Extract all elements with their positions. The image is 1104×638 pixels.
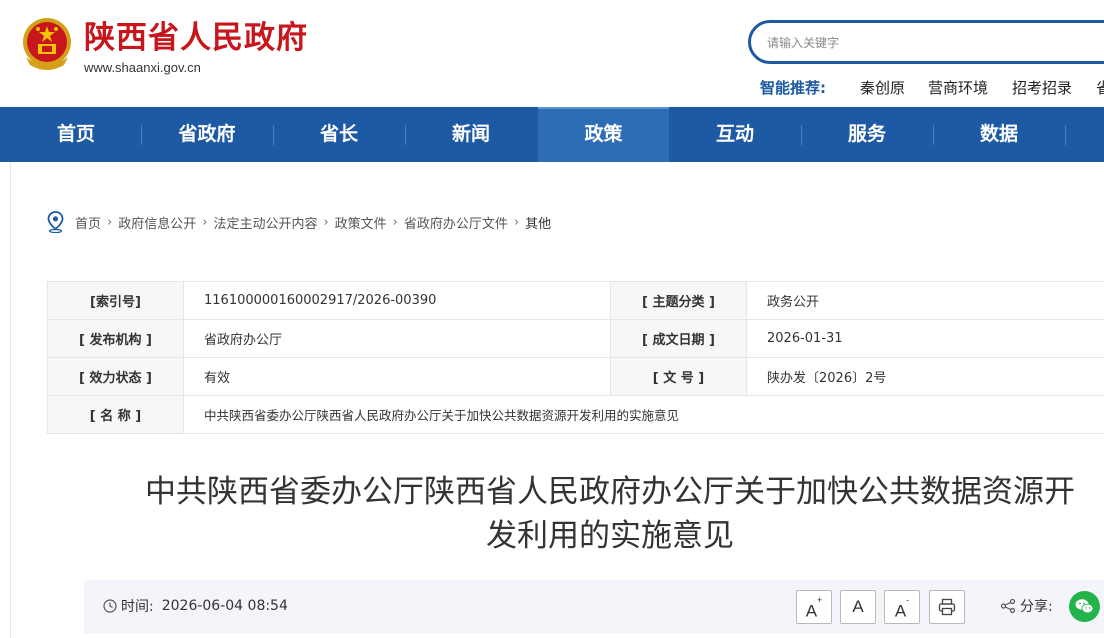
share-icon xyxy=(1000,598,1016,614)
wechat-share-button[interactable] xyxy=(1069,591,1100,622)
recommend-link-more[interactable]: 省 xyxy=(1096,77,1104,98)
nav-item-home[interactable]: 首页 xyxy=(11,107,141,162)
table-row: [ 发布机构 ] 省政府办公厅 [ 成文日期 ] 2026-01-31 xyxy=(47,319,1104,358)
site-title[interactable]: 陕西省人民政府 xyxy=(84,18,308,58)
content-left-border xyxy=(10,162,11,638)
font-reset-label: A xyxy=(852,597,864,616)
breadcrumb-separator: › xyxy=(513,214,520,230)
breadcrumb-statutory-content[interactable]: 法定主动公开内容 xyxy=(213,213,317,232)
font-increase-button[interactable]: A+ xyxy=(796,590,832,624)
breadcrumb-office-docs[interactable]: 省政府办公厅文件 xyxy=(404,213,508,232)
date-value: 2026-01-31 xyxy=(746,319,1104,358)
name-value: 中共陕西省委办公厅陕西省人民政府办公厅关于加快公共数据资源开发利用的实施意见 xyxy=(183,395,1104,434)
table-row: [ 名 称 ] 中共陕西省委办公厅陕西省人民政府办公厅关于加快公共数据资源开发利… xyxy=(47,395,1104,434)
breadcrumb-current: 其他 xyxy=(525,216,552,232)
search-input[interactable] xyxy=(767,33,1097,53)
time-label: 时间: xyxy=(121,599,154,615)
nav-item-news[interactable]: 新闻 xyxy=(406,107,536,162)
date-label: [ 成文日期 ] xyxy=(610,319,747,358)
font-reset-button[interactable]: A xyxy=(840,590,876,624)
docno-label: [ 文 号 ] xyxy=(610,357,747,396)
breadcrumb-gov-info[interactable]: 政府信息公开 xyxy=(118,213,196,232)
breadcrumb-policy-docs[interactable]: 政策文件 xyxy=(335,213,387,232)
plus-icon: + xyxy=(817,595,823,605)
index-value: 116100000160002917/2026-00390 xyxy=(183,281,611,320)
site-header: 陕西省人民政府 www.shaanxi.gov.cn 智能推荐: 秦创原 营商环… xyxy=(0,0,1104,107)
search-box xyxy=(748,20,1104,64)
clock-icon xyxy=(103,599,117,613)
breadcrumb-separator: › xyxy=(107,214,113,230)
publisher-label: [ 发布机构 ] xyxy=(47,319,184,358)
breadcrumb-separator: › xyxy=(392,214,398,230)
topic-value: 政务公开 xyxy=(746,281,1104,320)
docno-value: 陕办发〔2026〕2号 xyxy=(746,357,1104,396)
nav-item-governor[interactable]: 省长 xyxy=(274,107,404,162)
font-decrease-label: A xyxy=(894,601,907,621)
nav-item-data[interactable]: 数据 xyxy=(934,107,1064,162)
font-increase-label: A xyxy=(805,601,818,621)
publisher-value: 省政府办公厅 xyxy=(183,319,611,358)
name-label: [ 名 称 ] xyxy=(47,395,184,434)
location-pin-icon xyxy=(47,211,64,233)
share-label: 分享: xyxy=(1020,599,1053,615)
breadcrumb-home[interactable]: 首页 xyxy=(75,213,101,232)
breadcrumb-separator: › xyxy=(202,214,208,230)
share-area: 分享: xyxy=(1000,596,1053,616)
article-title-line-2: 发利用的实施意见 xyxy=(486,518,734,554)
minus-icon: - xyxy=(906,595,910,605)
article-title: 中共陕西省委办公厅陕西省人民政府办公厅关于加快公共数据资源开 发利用的实施意见 xyxy=(100,470,1104,558)
recommend-link-qinchuangyuan[interactable]: 秦创原 xyxy=(860,77,905,98)
nav-item-policy[interactable]: 政策 xyxy=(538,107,669,162)
recommend-label: 智能推荐: xyxy=(760,79,826,97)
nav-item-provincial-gov[interactable]: 省政府 xyxy=(142,107,272,162)
nav-item-service[interactable]: 服务 xyxy=(802,107,932,162)
table-row: [索引号] 116100000160002917/2026-00390 [ 主题… xyxy=(47,281,1104,320)
article-info-bar: 时间: 2026-06-04 08:54 A+ A A- 分享: xyxy=(84,580,1104,634)
nav-divider xyxy=(1065,125,1066,145)
printer-icon xyxy=(938,598,956,616)
publish-time: 时间: 2026-06-04 08:54 xyxy=(103,596,288,616)
index-label: [索引号] xyxy=(47,281,184,320)
table-row: [ 效力状态 ] 有效 [ 文 号 ] 陕办发〔2026〕2号 xyxy=(47,357,1104,396)
print-button[interactable] xyxy=(929,590,965,624)
time-value: 2026-06-04 08:54 xyxy=(161,598,288,614)
recommend-link-recruitment[interactable]: 招考招录 xyxy=(1012,77,1072,98)
site-url: www.shaanxi.gov.cn xyxy=(84,60,201,75)
font-decrease-button[interactable]: A- xyxy=(884,590,920,624)
main-nav: 首页 省政府 省长 新闻 政策 互动 服务 数据 xyxy=(0,107,1104,162)
topic-label: [ 主题分类 ] xyxy=(610,281,747,320)
breadcrumb: 首页 › 政府信息公开 › 法定主动公开内容 › 政策文件 › 省政府办公厅文件… xyxy=(47,211,551,233)
breadcrumb-separator: › xyxy=(323,214,329,230)
recommend-link-business-env[interactable]: 营商环境 xyxy=(928,77,988,98)
article-title-line-1: 中共陕西省委办公厅陕西省人民政府办公厅关于加快公共数据资源开 xyxy=(145,474,1075,510)
wechat-icon xyxy=(1075,599,1094,614)
national-emblem-icon[interactable] xyxy=(18,15,76,75)
nav-item-interaction[interactable]: 互动 xyxy=(670,107,800,162)
status-label: [ 效力状态 ] xyxy=(47,357,184,396)
status-value: 有效 xyxy=(183,357,611,396)
document-meta-table: [索引号] 116100000160002917/2026-00390 [ 主题… xyxy=(47,281,1104,434)
